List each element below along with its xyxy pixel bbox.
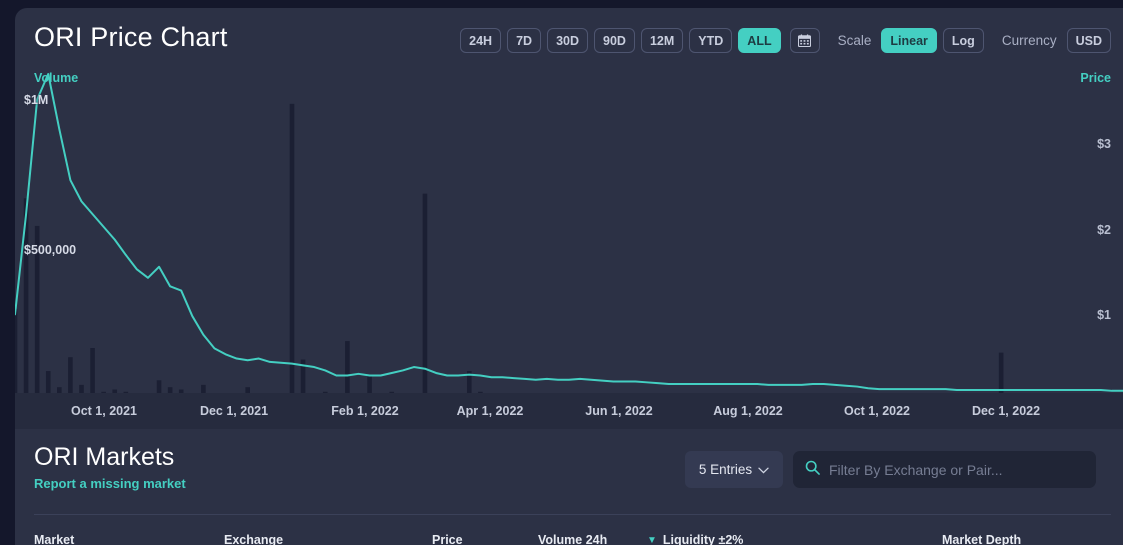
column-header-volume-24h[interactable]: Volume 24h <box>538 533 607 545</box>
chart-canvas <box>15 70 1123 401</box>
column-header-label: Volume 24h <box>538 533 607 545</box>
page-title: ORI Price Chart <box>34 22 228 53</box>
column-header-market[interactable]: Market <box>34 533 74 545</box>
column-header-label: Market Depth <box>942 533 1021 545</box>
column-header-label: Market <box>34 533 74 545</box>
volume-bar <box>345 341 350 401</box>
price-axis-title: Price <box>1080 71 1111 85</box>
markets-table-header: Market Exchange Price Volume 24h ▼ Liquidity … <box>34 514 1111 545</box>
price-tick-label: $3 <box>1097 137 1111 151</box>
column-header-label: Exchange <box>224 533 283 545</box>
search-icon <box>805 460 820 480</box>
date-tick-label: Dec 1, 2022 <box>972 404 1040 418</box>
entries-label: 5 Entries <box>699 462 752 477</box>
scale-log-button[interactable]: Log <box>943 28 984 53</box>
date-tick-label: Aug 1, 2022 <box>713 404 782 418</box>
price-tick-label: $2 <box>1097 223 1111 237</box>
scale-linear-button[interactable]: Linear <box>881 28 937 53</box>
range-12m-button[interactable]: 12M <box>641 28 683 53</box>
markets-section: ORI Markets Report a missing market 5 En… <box>15 429 1123 545</box>
column-header-liquidity-2[interactable]: ▼ Liquidity ±2% <box>647 533 743 545</box>
volume-tick-label: $500,000 <box>24 243 76 257</box>
date-tick-label: Oct 1, 2021 <box>71 404 137 418</box>
range-90d-button[interactable]: 90D <box>594 28 635 53</box>
volume-bar <box>15 309 17 401</box>
date-tick-label: Dec 1, 2021 <box>200 404 268 418</box>
currency-button[interactable]: USD <box>1067 28 1111 53</box>
price-volume-chart[interactable] <box>15 70 1123 401</box>
range-button-group: 24H7D30D90D12MYTDALL <box>460 28 780 53</box>
range-all-button[interactable]: ALL <box>738 28 780 53</box>
date-tick-label: Oct 1, 2022 <box>844 404 910 418</box>
currency-label: Currency <box>1002 33 1057 48</box>
report-missing-market-link[interactable]: Report a missing market <box>34 476 186 491</box>
price-line <box>15 74 1123 391</box>
chart-header: ORI Price Chart 24H7D30D90D12MYTDALL <box>15 8 1123 70</box>
column-header-label: Liquidity ±2% <box>663 533 743 545</box>
market-filter-search[interactable]: Filter By Exchange or Pair... <box>793 451 1096 488</box>
search-placeholder: Filter By Exchange or Pair... <box>829 462 1003 478</box>
chevron-down-icon <box>758 462 769 477</box>
column-header-exchange[interactable]: Exchange <box>224 533 283 545</box>
range-24h-button[interactable]: 24H <box>460 28 501 53</box>
volume-bars <box>15 104 1123 401</box>
app-root: ORI Price Chart 24H7D30D90D12MYTDALL <box>0 0 1123 545</box>
price-chart-card: ORI Price Chart 24H7D30D90D12MYTDALL <box>15 8 1123 545</box>
calendar-picker-button[interactable] <box>790 28 820 53</box>
scale-label: Scale <box>838 33 872 48</box>
scale-button-group: LinearLog <box>881 28 983 53</box>
range-30d-button[interactable]: 30D <box>547 28 588 53</box>
chart-toolbar: 24H7D30D90D12MYTDALL <box>460 28 1111 53</box>
date-tick-label: Feb 1, 2022 <box>331 404 398 418</box>
entries-per-page-dropdown[interactable]: 5 Entries <box>685 451 783 488</box>
volume-bar <box>290 104 295 401</box>
column-header-price[interactable]: Price <box>432 533 463 545</box>
price-tick-label: $1 <box>1097 308 1111 322</box>
column-header-market-depth[interactable]: Market Depth <box>942 533 1021 545</box>
date-tick-label: Apr 1, 2022 <box>457 404 524 418</box>
range-7d-button[interactable]: 7D <box>507 28 541 53</box>
volume-axis-title: Volume <box>34 71 78 85</box>
markets-title: ORI Markets <box>34 443 174 472</box>
volume-tick-label: $1M <box>24 93 48 107</box>
date-tick-label: Jun 1, 2022 <box>585 404 652 418</box>
sort-descending-icon: ▼ <box>647 535 657 545</box>
column-header-label: Price <box>432 533 463 545</box>
range-ytd-button[interactable]: YTD <box>689 28 732 53</box>
chart-x-axis-band <box>15 393 1123 429</box>
